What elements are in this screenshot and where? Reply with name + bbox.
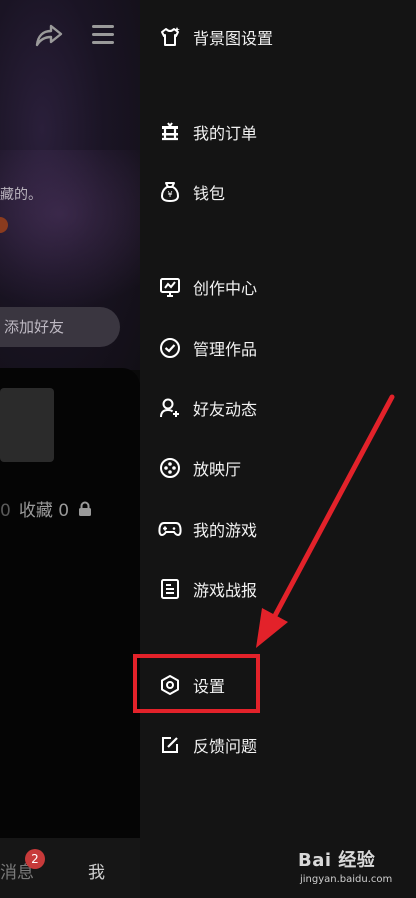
menu-item-label: 背景图设置 (193, 29, 274, 48)
background-haze (0, 150, 140, 310)
profile-background-screen: 藏的。 添加好友 0 收藏 0 消息 2 我 (0, 0, 140, 898)
favorites-label: 收藏 0 (18, 501, 70, 521)
film-reel-icon (158, 456, 182, 480)
watermark-url: jingyan.baidu.com (300, 874, 393, 885)
menu-item-label: 反馈问题 (193, 737, 258, 756)
tab-count-partial: 0 (0, 501, 11, 521)
menu-item-screening-hall[interactable]: 放映厅 (158, 448, 241, 488)
feedback-edit-icon (158, 733, 182, 757)
profile-bio-text: 藏的。 (0, 187, 42, 203)
gamepad-icon (158, 517, 182, 541)
menu-item-label: 好友动态 (193, 400, 258, 419)
side-drawer: 背景图设置 我的订单 ¥ 钱包 创作中心 管理作品 好友动态 放映厅 我的游戏 … (140, 0, 416, 898)
menu-icon[interactable] (90, 20, 116, 54)
menu-item-game-report[interactable]: 游戏战报 (158, 569, 257, 609)
friend-activity-icon (158, 396, 182, 420)
menu-item-wallet[interactable]: ¥ 钱包 (158, 172, 225, 212)
work-thumbnail[interactable] (0, 388, 54, 462)
share-icon[interactable] (34, 20, 64, 54)
shirt-icon (158, 25, 182, 49)
add-friend-button[interactable]: 添加好友 (0, 307, 120, 347)
wallet-icon: ¥ (158, 180, 182, 204)
menu-item-background-settings[interactable]: 背景图设置 (158, 17, 273, 57)
menu-item-my-orders[interactable]: 我的订单 (158, 112, 257, 152)
tab-me[interactable]: 我 (88, 858, 105, 883)
menu-item-manage-works[interactable]: 管理作品 (158, 328, 257, 368)
creator-icon (158, 275, 182, 299)
baidu-jingyan-watermark: Bai 经验 jingyan.baidu.com (298, 846, 408, 894)
check-circle-icon (158, 336, 182, 360)
messages-badge: 2 (25, 849, 45, 869)
menu-item-label: 我的游戏 (193, 521, 258, 540)
menu-item-label: 游戏战报 (193, 581, 258, 600)
menu-item-label: 创作中心 (193, 279, 258, 298)
settings-highlight-box (133, 654, 260, 713)
menu-item-my-games[interactable]: 我的游戏 (158, 509, 257, 549)
svg-text:¥: ¥ (167, 190, 172, 199)
menu-item-creator-center[interactable]: 创作中心 (158, 267, 257, 307)
watermark-logo-text: Bai 经验 (298, 850, 376, 871)
menu-item-label: 管理作品 (193, 340, 258, 359)
favorites-tab[interactable]: 0 收藏 0 (0, 496, 92, 521)
menu-item-friend-activity[interactable]: 好友动态 (158, 388, 257, 428)
report-icon (158, 577, 182, 601)
order-icon (158, 120, 182, 144)
lock-icon (79, 501, 92, 516)
menu-item-label: 钱包 (193, 184, 226, 203)
menu-item-feedback[interactable]: 反馈问题 (158, 725, 257, 765)
menu-item-label: 我的订单 (193, 124, 258, 143)
menu-item-label: 放映厅 (193, 460, 242, 479)
